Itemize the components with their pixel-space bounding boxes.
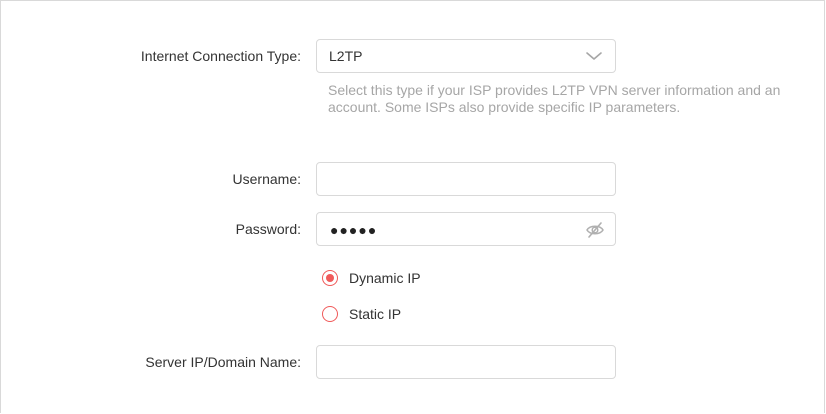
chevron-down-icon: [586, 52, 602, 60]
eye-slash-icon[interactable]: [585, 220, 605, 240]
password-masked-value: ●●●●●: [330, 222, 378, 238]
connection-type-select[interactable]: L2TP: [316, 39, 616, 73]
username-input[interactable]: [316, 162, 616, 196]
radio-static-ip[interactable]: Static IP: [322, 304, 401, 324]
password-label: Password:: [235, 221, 301, 237]
radio-dynamic-ip-label: Dynamic IP: [349, 270, 421, 286]
content-panel: Internet Connection Type: L2TP Select th…: [0, 0, 825, 413]
radio-static-ip-control[interactable]: [322, 306, 338, 322]
connection-type-value: L2TP: [329, 48, 363, 64]
radio-static-ip-label: Static IP: [349, 306, 402, 322]
radio-dynamic-ip[interactable]: Dynamic IP: [322, 268, 421, 288]
connection-type-hint: Select this type if your ISP provides L2…: [328, 82, 781, 115]
username-label: Username:: [232, 171, 301, 187]
password-input[interactable]: ●●●●●: [316, 212, 616, 246]
radio-dynamic-ip-control[interactable]: [322, 270, 338, 286]
server-input[interactable]: [316, 345, 616, 379]
server-label: Server IP/Domain Name:: [145, 354, 301, 370]
connection-type-label: Internet Connection Type:: [140, 48, 301, 64]
